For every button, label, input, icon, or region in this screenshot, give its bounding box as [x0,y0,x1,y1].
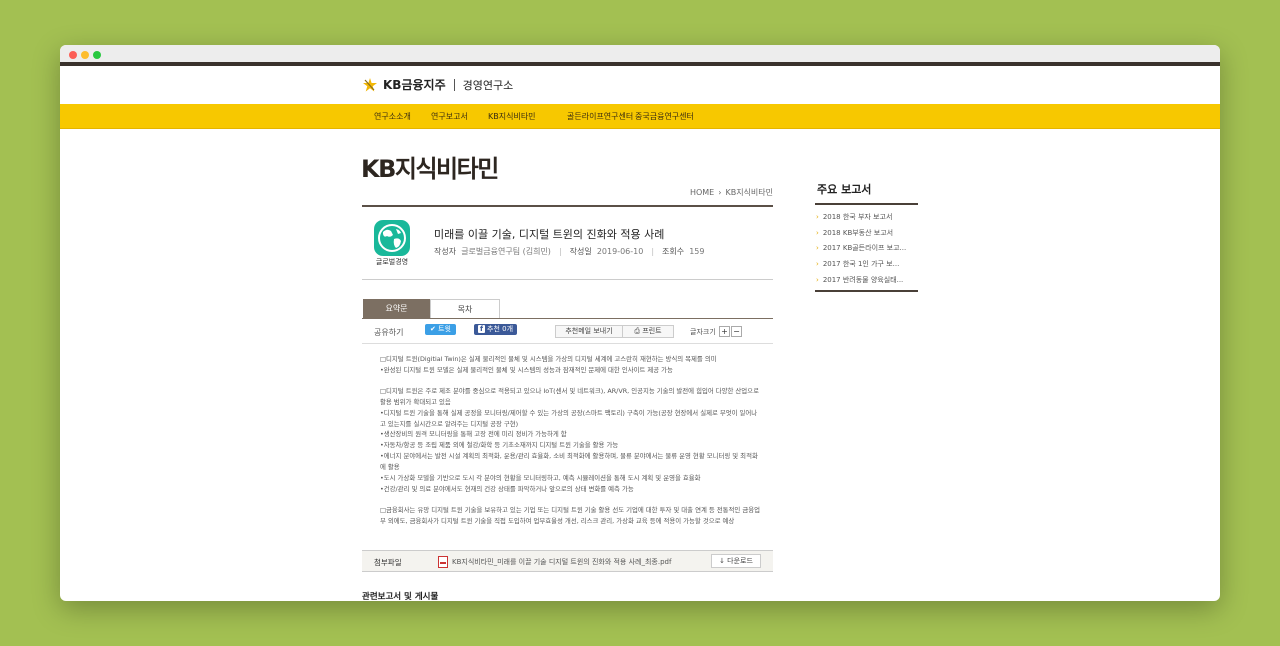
related-section-title: 관련보고서 및 게시물 [362,592,439,601]
views-value: 159 [689,247,705,256]
body-line: •생산장비의 원격 모니터링을 통해 고장 전에 미리 정비가 가능하게 함 [380,430,567,439]
body-line: □디지털 트윈(Digitial Twin)은 실제 물리적인 물체 및 시스템… [380,355,717,363]
sidebar-top-divider [815,203,918,205]
body-line: •자동차/항공 등 조립 제품 외에 철강/화학 등 기초소재까지 디지털 트윈… [380,441,619,450]
chevron-right-icon: › [816,260,819,268]
tab-underline [362,318,773,319]
print-button[interactable]: ⎙ 프린트 [622,325,674,338]
twitter-bird-icon: ✔ [430,325,436,333]
nav-item-about[interactable]: 연구소소개 [374,111,411,122]
nav-item-china-finance[interactable]: 중국금융연구센터 [635,111,694,122]
twitter-share-button[interactable]: ✔ 트윗 [425,324,456,335]
attachment-file-link[interactable]: KB지식비타민_미래를 이끌 기술 디지털 트윈의 진화와 적용 사례_최종.p… [452,557,671,567]
logo-sub-text: 경영연구소 [462,78,514,92]
chevron-right-icon: › [816,229,819,237]
attachment-label: 첨부파일 [374,558,402,567]
body-line: •디지털 트윈 기술을 통해 실제 공정을 모니터링/제어할 수 있는 가상의 … [380,408,758,428]
main-nav: 연구소소개 연구보고서 KB지식비타민 골든라이프연구센터 중국금융연구센터 [60,104,1220,129]
logo-kb-text: KB금융지주 [383,78,446,92]
sidebar-report-item[interactable]: › 2018 한국 부자 보고서 [816,212,892,222]
twitter-share-label: 트윗 [438,325,451,333]
chevron-right-icon: › [816,276,819,284]
close-window-icon[interactable] [69,51,77,59]
attachment-row: 첨부파일 KB지식비타민_미래를 이끌 기술 디지털 트윈의 진화와 적용 사례… [362,550,773,572]
maximize-window-icon[interactable] [93,51,101,59]
tab-summary[interactable]: 요약문 [363,299,430,318]
site-header: KB금융지주 경영연구소 [60,66,1220,104]
body-line: •에너지 분야에서는 발전 시설 계획의 최적화, 운용/관리 효율화, 소비 … [380,452,758,472]
article-title: 미래를 이끌 기술, 디지털 트윈의 진화와 적용 사례 [434,228,665,241]
sidebar-report-label: 2018 한국 부자 보고서 [822,213,893,221]
chevron-right-icon: › [816,213,819,221]
breadcrumb: HOME › KB지식비타민 [690,187,773,198]
sidebar-report-item[interactable]: › 2018 KB부동산 보고서 [816,228,893,238]
sidebar-report-item[interactable]: › 2017 KB골든라이프 보고... [816,243,906,253]
author-label: 작성자 [434,247,457,256]
sidebar-report-item[interactable]: › 2017 반려동물 양육실태... [816,275,903,285]
site-logo[interactable]: KB금융지주 경영연구소 [362,76,513,93]
body-line: □금융회사는 유망 디지털 트윈 기술을 보유하고 있는 기업 또는 디지털 트… [380,505,760,525]
content-divider [362,205,773,207]
download-button[interactable]: ↓ 다운로드 [711,554,761,568]
page-title: KB지식비타민 [361,155,499,183]
browser-window: KB금융지주 경영연구소 연구소소개 연구보고서 KB지식비타민 골든라이프연구… [60,45,1220,601]
meta-divider [362,279,773,280]
body-line: •완성된 디지털 트윈 모델은 실제 물리적인 물체 및 시스템의 성능과 잠재… [380,365,673,374]
tab-contents[interactable]: 목차 [430,299,500,318]
article-meta: 작성자 글로벌금융연구팀 (김희민) | 작성일 2019-06-10 | 조회수 15… [434,247,705,256]
sidebar-report-item[interactable]: › 2017 한국 1인 가구 보... [816,259,899,269]
facebook-icon: f [477,325,486,333]
pdf-file-icon [438,556,448,568]
recommend-mail-button[interactable]: 추천메일 보내기 [555,325,623,338]
font-increase-button[interactable]: + [719,326,730,337]
facebook-like-label: 추천 0개 [487,325,514,333]
body-line: •도시 가상화 모델을 기반으로 도시 각 분야의 현황을 모니터링하고, 예측… [380,474,701,483]
sidebar-title: 주요 보고서 [817,183,872,196]
sidebar-report-label: 2017 KB골든라이프 보고... [822,244,907,252]
sidebar-report-label: 2017 한국 1인 가구 보... [822,260,900,268]
author-value: 글로벌금융연구팀 (김희민) [461,247,551,256]
facebook-like-button[interactable]: f 추천 0개 [474,324,517,335]
share-divider [362,343,773,344]
printer-icon: ⎙ [634,327,641,335]
kb-star-icon [363,77,377,91]
sidebar-report-label: 2018 KB부동산 보고서 [822,229,894,237]
share-label: 공유하기 [374,328,404,337]
font-decrease-button[interactable]: − [731,326,742,337]
category-label: 글로벌경영 [375,258,409,266]
print-label: 프린트 [642,327,662,335]
breadcrumb-home[interactable]: HOME [690,188,714,197]
chevron-right-icon: › [718,188,722,197]
sidebar-report-label: 2017 반려동물 양육실태... [822,276,904,284]
breadcrumb-current[interactable]: KB지식비타민 [725,188,773,197]
minimize-window-icon[interactable] [81,51,89,59]
chevron-right-icon: › [816,244,819,252]
sidebar-bottom-divider [815,290,918,292]
font-size-label: 글자크기 [690,328,716,336]
date-value: 2019-06-10 [596,247,644,256]
globe-icon [374,220,410,256]
nav-item-knowledge-vitamin[interactable]: KB지식비타민 [488,111,536,122]
nav-item-golden-life[interactable]: 골든라이프연구센터 [567,111,633,122]
nav-item-reports[interactable]: 연구보고서 [431,111,468,122]
article-body: □디지털 트윈(Digitial Twin)은 실제 물리적인 물체 및 시스템… [380,354,760,527]
body-line: •건강/관리 및 의료 분야에서도 현재의 건강 상태를 파악하거나 앞으로의 … [380,484,634,493]
body-line: □디지털 트윈은 주로 제조 분야를 중심으로 적용되고 있으나 IoT(센서 … [380,386,759,406]
logo-divider [453,78,455,91]
date-label: 작성일 [569,247,592,256]
window-titlebar [60,45,1220,62]
views-label: 조회수 [662,247,685,256]
